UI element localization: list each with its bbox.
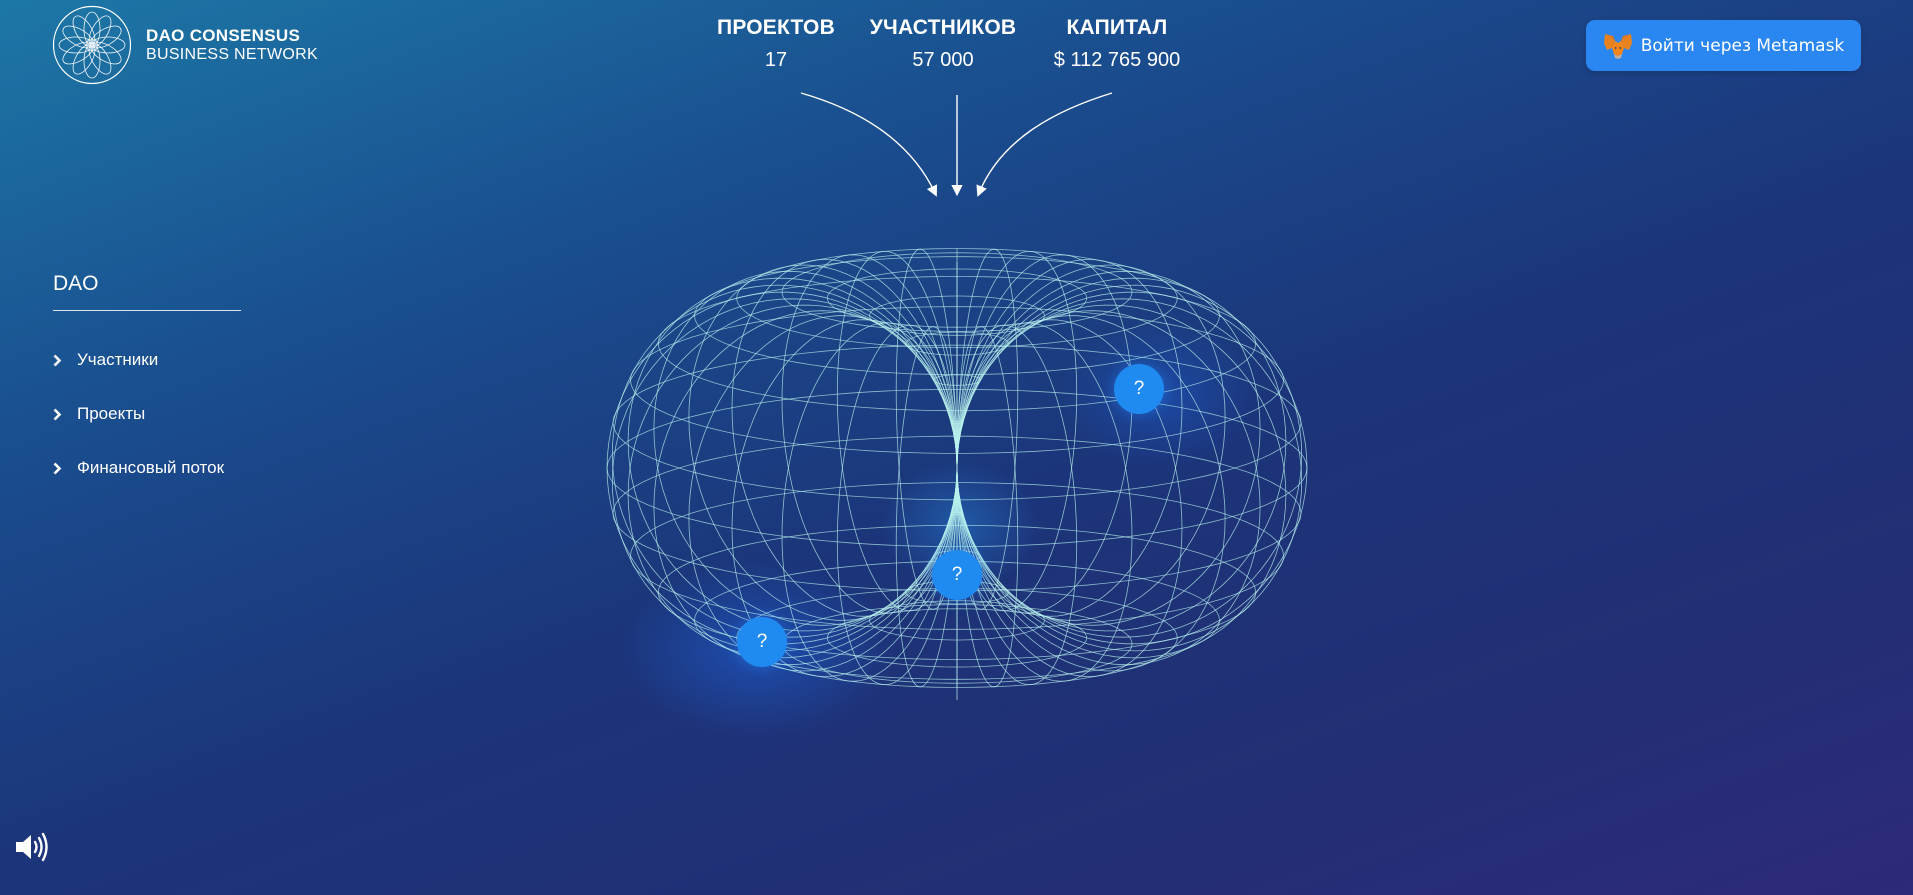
- torus-line: [781, 322, 958, 682]
- torus-line: [606, 291, 958, 645]
- torus-line: [781, 254, 958, 614]
- torus-line: [956, 291, 1308, 645]
- torus-visual: ? ? ?: [0, 0, 1913, 895]
- info-hotspot-button[interactable]: ?: [932, 550, 982, 600]
- torus-line: [956, 322, 1133, 682]
- torus-wireframe: [606, 248, 1308, 700]
- speaker-icon[interactable]: [14, 831, 50, 863]
- info-hotspot-button[interactable]: ?: [737, 617, 787, 667]
- torus-line: [956, 254, 1133, 614]
- info-hotspot-button[interactable]: ?: [1114, 364, 1164, 414]
